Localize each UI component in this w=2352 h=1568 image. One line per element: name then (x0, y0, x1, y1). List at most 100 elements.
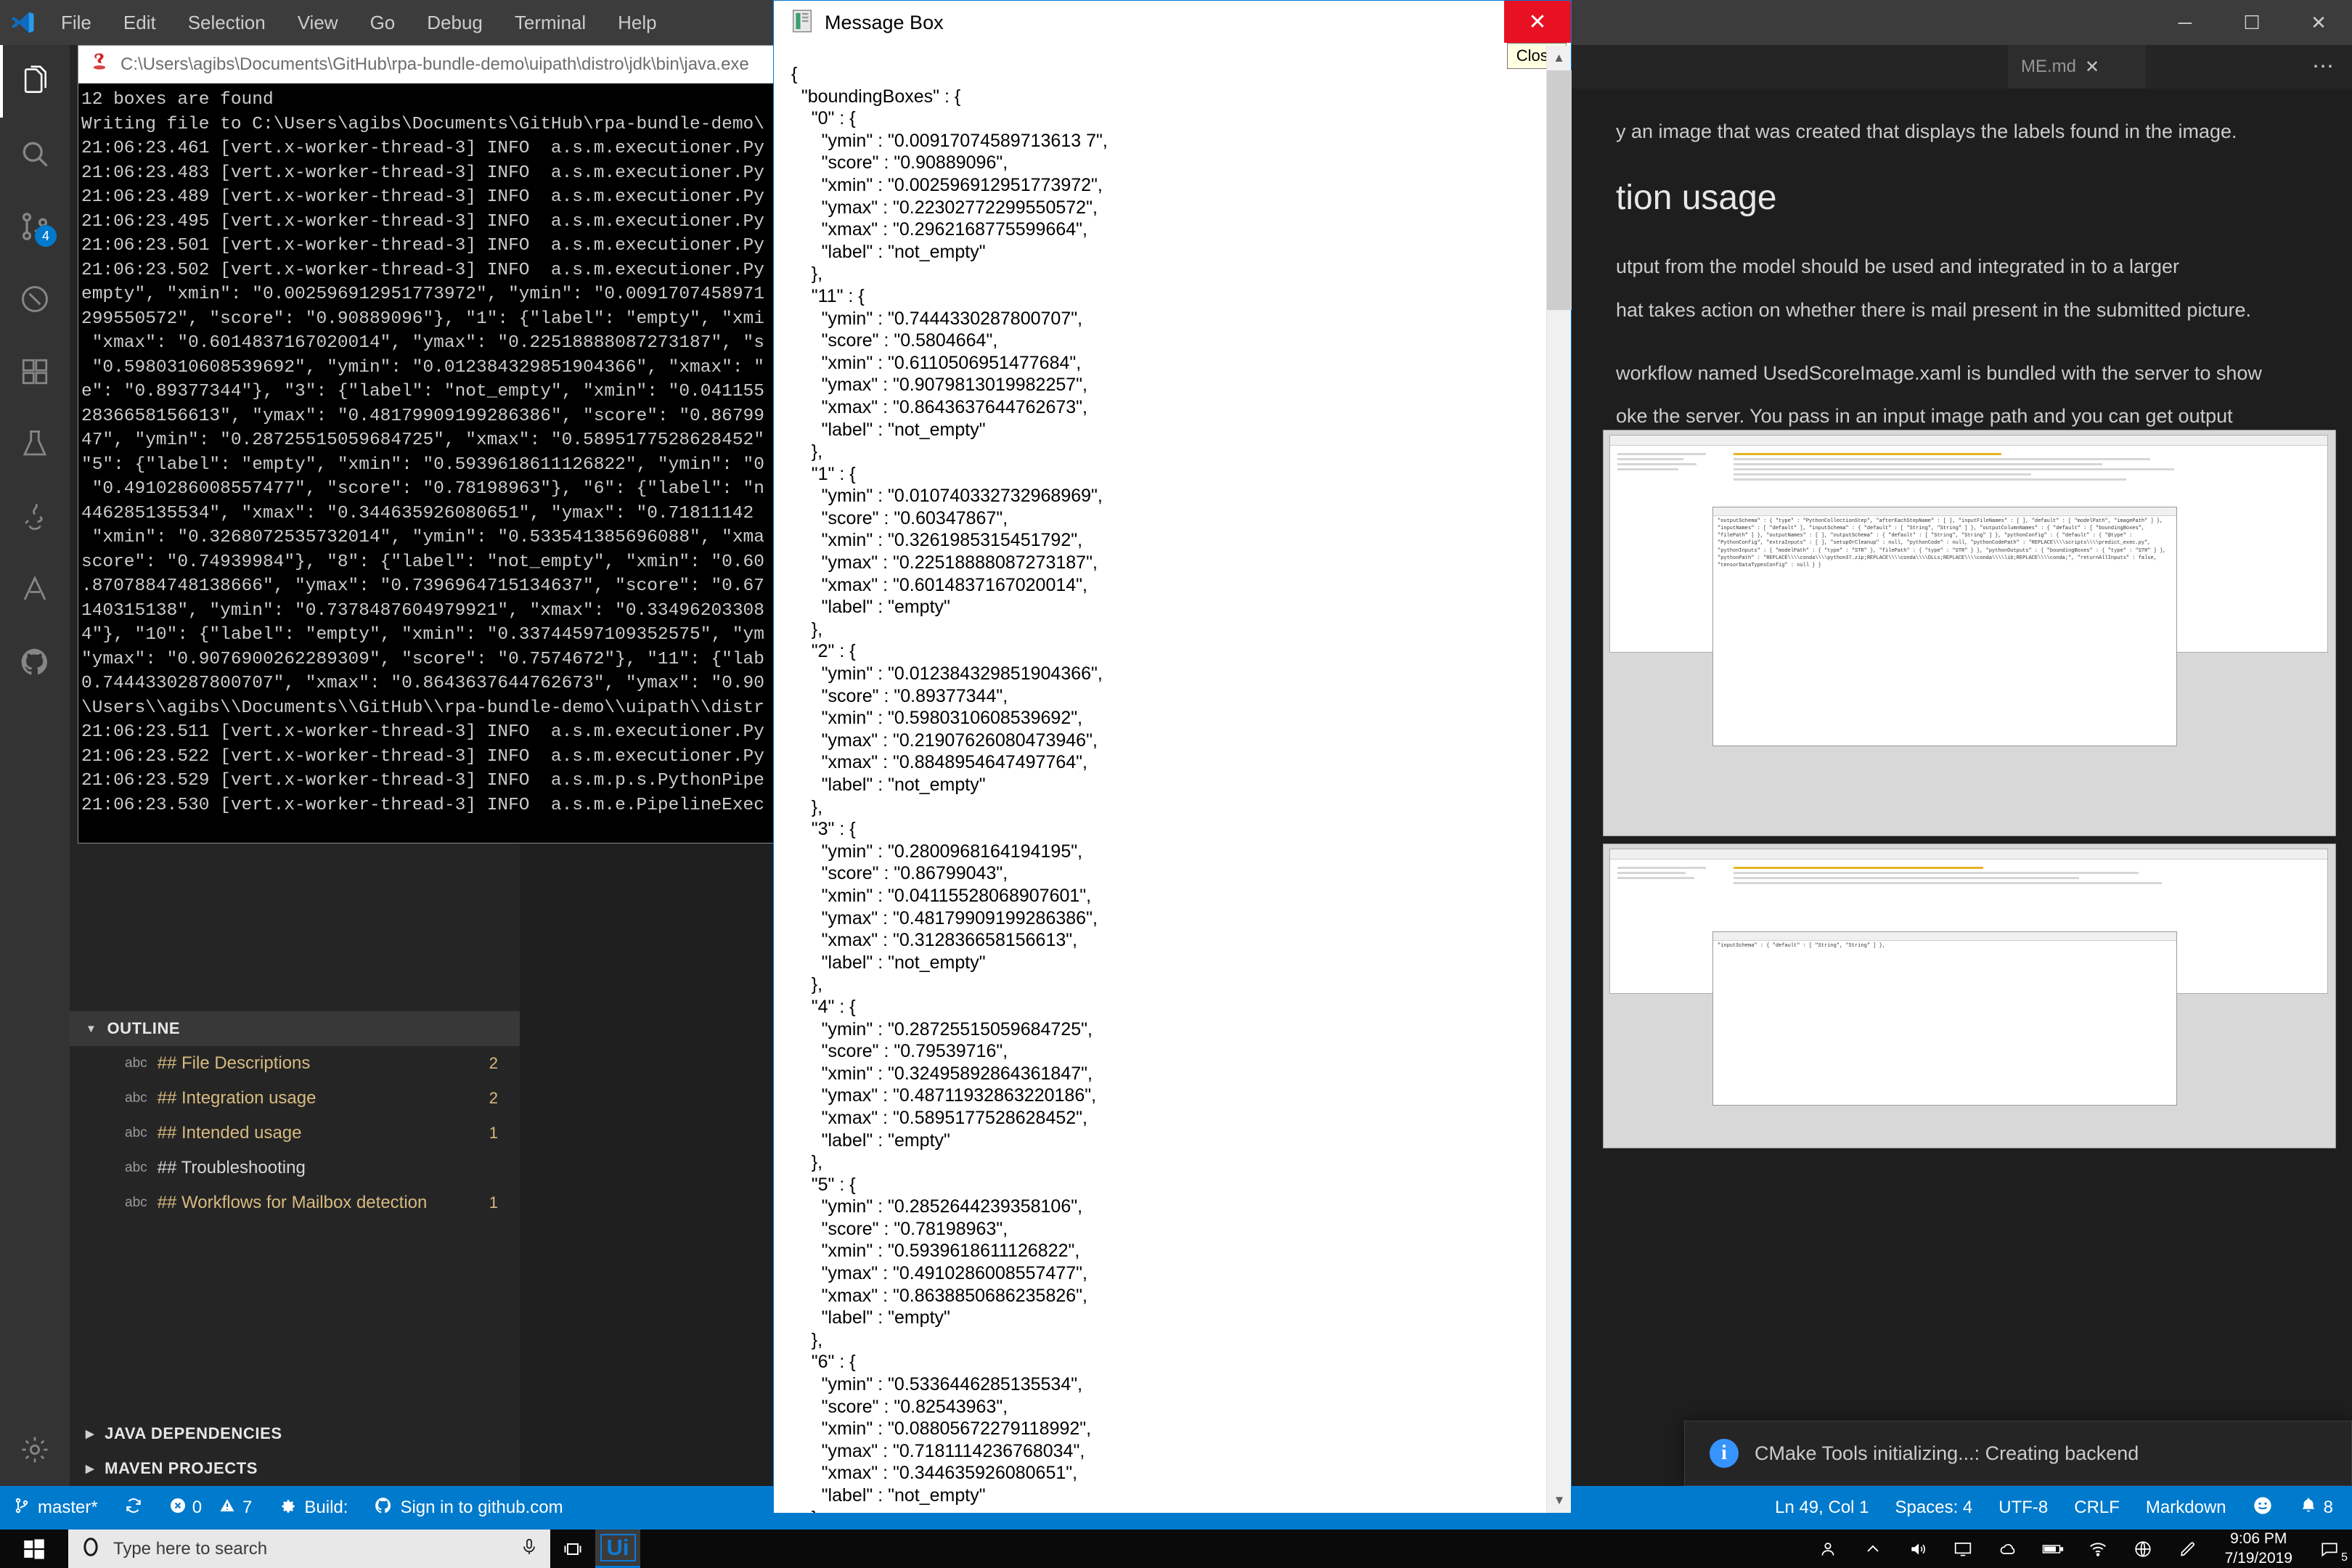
abc-icon: abc (125, 1160, 147, 1175)
json-line: "label" : "not_empty" (791, 775, 986, 795)
json-line: "xmin" : "0.002596912951773972", (791, 174, 1103, 195)
message-box-dialog[interactable]: Message Box ✕ Close { "boundingBoxes" : … (773, 0, 1572, 1514)
activity-testing[interactable] (0, 408, 70, 481)
windows-start-button[interactable] (0, 1530, 68, 1568)
outline-row[interactable]: abc ## Troubleshooting (70, 1151, 520, 1185)
console-line: empty", "xmin": "0.002596912951773972", … (81, 285, 764, 304)
console-line: 12 boxes are found (81, 90, 274, 110)
maven-projects-header[interactable]: ▶ MAVEN PROJECTS (70, 1451, 520, 1486)
json-line: "score" : "0.5804664", (791, 330, 998, 351)
outline-row[interactable]: abc ## Workflows for Mailbox detection 1 (70, 1185, 520, 1220)
java-dependencies-header[interactable]: ▶ JAVA DEPENDENCIES (70, 1416, 520, 1451)
status-problems[interactable]: 0 7 (156, 1486, 266, 1530)
status-sync[interactable] (111, 1486, 156, 1530)
json-line: "xmin" : "0.04115528068907601", (791, 885, 1092, 906)
pen-icon[interactable] (2165, 1530, 2210, 1568)
scroll-down-icon[interactable]: ▼ (1547, 1488, 1572, 1513)
close-button[interactable]: ✕ (2285, 0, 2352, 45)
status-encoding[interactable]: UTF-8 (1985, 1486, 2061, 1530)
outline-row-label: ## Workflows for Mailbox detection (157, 1193, 428, 1212)
menu-file[interactable]: File (45, 0, 107, 45)
editor-more-actions-icon[interactable]: ⋯ (2312, 45, 2336, 89)
console-line: 2836658156613", "ymax": "0.4817990919928… (81, 406, 764, 426)
abc-icon: abc (125, 1055, 147, 1071)
taskbar-clock[interactable]: 9:06 PM 7/19/2019 (2210, 1530, 2307, 1568)
tab-close-icon[interactable]: ✕ (2085, 57, 2099, 78)
json-line: "xmax" : "0.8638850686235826", (791, 1285, 1087, 1306)
markdown-preview[interactable]: y an image that was created that display… (1587, 89, 2352, 1486)
cloud-icon[interactable] (1985, 1530, 2030, 1568)
monitor-icon[interactable] (1940, 1530, 1985, 1568)
activity-source-control[interactable]: 4 (0, 190, 70, 263)
error-icon (169, 1497, 187, 1519)
preview-screenshot-2: "inputSchema" : { "default" : [ "String"… (1603, 844, 2336, 1148)
menu-debug[interactable]: Debug (411, 0, 499, 45)
activity-github[interactable] (0, 626, 70, 698)
menu-selection[interactable]: Selection (172, 0, 282, 45)
outline-header[interactable]: ▼ OUTLINE (70, 1011, 520, 1046)
outline-row[interactable]: abc ## Integration usage 2 (70, 1081, 520, 1116)
status-eol[interactable]: CRLF (2061, 1486, 2133, 1530)
dialog-close-button[interactable]: ✕ (1504, 1, 1571, 43)
chevron-down-icon: ▼ (86, 1022, 97, 1035)
task-view-icon[interactable] (550, 1530, 595, 1568)
taskbar-search-box[interactable]: Type here to search (68, 1530, 550, 1568)
console-line: 21:06:23.501 [vert.x-worker-thread-3] IN… (81, 236, 764, 256)
outline-row[interactable]: abc ## Intended usage 1 (70, 1116, 520, 1151)
json-line: "label" : "not_empty" (791, 419, 986, 440)
json-line: "ymax" : "0.4910286008557477", (791, 1263, 1087, 1284)
action-center-icon[interactable]: 5 (2307, 1530, 2352, 1568)
outline-header-label: OUTLINE (107, 1019, 181, 1037)
status-right-group: Ln 49, Col 1 Spaces: 4 UTF-8 CRLF Markdo… (1762, 1486, 2352, 1530)
preview-paragraph: oke the server. You pass in an input ima… (1616, 405, 2233, 427)
outline-row-label: ## File Descriptions (157, 1053, 311, 1073)
menu-go[interactable]: Go (354, 0, 412, 45)
notification-toast[interactable]: i CMake Tools initializing...: Creating … (1684, 1421, 2352, 1486)
menu-help[interactable]: Help (602, 0, 672, 45)
menu-edit[interactable]: Edit (107, 0, 172, 45)
microphone-icon[interactable] (520, 1537, 539, 1561)
activity-explorer[interactable] (0, 45, 70, 118)
activity-maven[interactable] (0, 553, 70, 626)
minimize-button[interactable]: ─ (2152, 0, 2218, 45)
vscode-logo-icon (0, 0, 45, 45)
json-line: "2" : { (791, 641, 856, 662)
chevron-up-icon[interactable] (1850, 1530, 1895, 1568)
battery-icon[interactable] (2030, 1530, 2075, 1568)
wifi-icon[interactable] (2075, 1530, 2120, 1568)
preview-screenshot-1: "outputSchema" : { "type" : "PythonColle… (1603, 430, 2336, 836)
activity-settings[interactable] (0, 1413, 70, 1486)
menu-terminal[interactable]: Terminal (499, 0, 602, 45)
activity-extensions[interactable] (0, 335, 70, 408)
status-notifications[interactable]: 8 (2286, 1486, 2352, 1530)
status-branch[interactable]: master* (0, 1486, 111, 1530)
json-line: "5" : { (791, 1174, 856, 1195)
activity-java[interactable] (0, 481, 70, 553)
java-console-window[interactable]: C:\Users\agibs\Documents\GitHub\rpa-bund… (78, 45, 775, 844)
status-feedback[interactable] (2239, 1486, 2286, 1530)
taskbar-app-uipath[interactable]: Ui (595, 1530, 640, 1568)
status-language-mode[interactable]: Markdown (2133, 1486, 2239, 1530)
dialog-scrollbar[interactable]: ▲ ▼ (1546, 46, 1572, 1513)
console-line: 140315138", "ymin": "0.7378487604979921"… (81, 600, 764, 621)
people-icon[interactable] (1805, 1530, 1850, 1568)
outline-row[interactable]: abc ## File Descriptions 2 (70, 1046, 520, 1081)
console-line: 446285135534", "xmax": "0.34463592608065… (81, 503, 754, 523)
status-github-signin[interactable]: Sign in to github.com (361, 1486, 576, 1530)
status-build-label: Build: (304, 1498, 348, 1517)
status-build[interactable]: Build: (265, 1486, 361, 1530)
tab-readme-preview[interactable]: ME.md ✕ (2008, 45, 2146, 89)
scroll-up-icon[interactable]: ▲ (1547, 46, 1571, 70)
menubar[interactable]: File Edit Selection View Go Debug Termin… (45, 0, 673, 45)
status-indentation[interactable]: Spaces: 4 (1882, 1486, 1986, 1530)
maximize-button[interactable]: ☐ (2218, 0, 2285, 45)
warning-icon (218, 1497, 237, 1519)
scrollbar-thumb[interactable] (1547, 70, 1572, 310)
speaker-icon[interactable] (1895, 1530, 1940, 1568)
status-cursor-position[interactable]: Ln 49, Col 1 (1762, 1486, 1882, 1530)
json-line: "xmax" : "0.5895177528628452", (791, 1107, 1087, 1128)
activity-search[interactable] (0, 118, 70, 190)
menu-view[interactable]: View (282, 0, 354, 45)
activity-debug[interactable] (0, 263, 70, 335)
network-icon[interactable] (2120, 1530, 2165, 1568)
